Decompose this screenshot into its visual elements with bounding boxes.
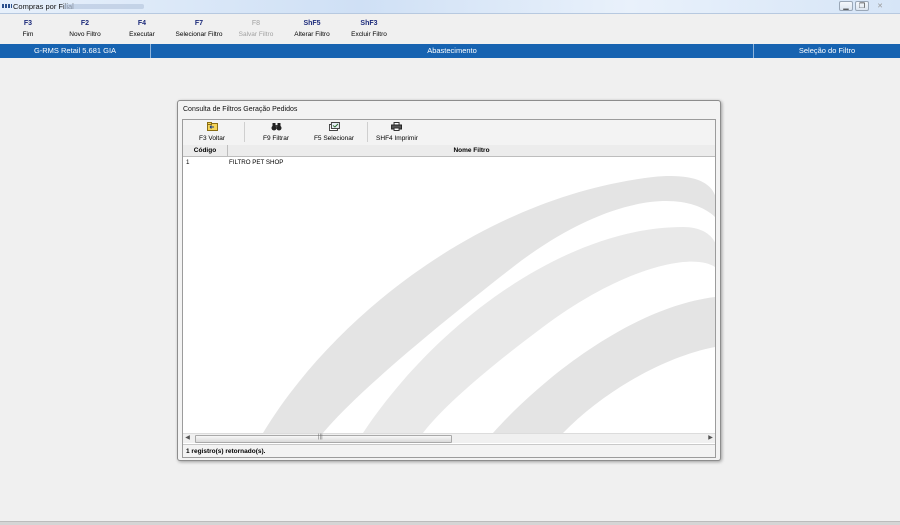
- dialog-toolbar: F3 Voltar F9 Filtrar F5 Selecionar SHF4 …: [183, 120, 715, 146]
- taskbar-edge: [0, 521, 900, 525]
- scroll-left-icon[interactable]: ◀: [183, 434, 192, 443]
- voltar-label: F3 Voltar: [198, 135, 226, 142]
- main-toolbar: F3 Fim F2 Novo Filtro F4 Executar F7 Sel…: [0, 14, 900, 43]
- imprimir-button[interactable]: SHF4 Imprimir: [376, 122, 418, 143]
- toolbar-label: Alterar Filtro: [294, 31, 330, 38]
- filtrar-button[interactable]: F9 Filtrar: [263, 122, 289, 143]
- toolbar-key: ShF5: [303, 20, 321, 27]
- toolbar-label: Excluir Filtro: [351, 31, 387, 38]
- dialog-content: F3 Voltar F9 Filtrar F5 Selecionar SHF4 …: [182, 119, 716, 458]
- app-icon: [2, 4, 12, 8]
- imprimir-label: SHF4 Imprimir: [376, 135, 418, 142]
- toolbar-separator: [244, 122, 245, 142]
- toolbar-key: F4: [137, 20, 147, 27]
- toolbar-label: Fim: [22, 31, 34, 38]
- column-header-codigo[interactable]: Código: [183, 145, 228, 156]
- voltar-button[interactable]: F3 Voltar: [199, 122, 225, 143]
- toolbar-selecionar-filtro-button[interactable]: F7 Selecionar Filtro: [176, 19, 223, 40]
- toolbar-key: F2: [80, 20, 90, 27]
- toolbar-key: ShF3: [360, 20, 378, 27]
- minimize-icon[interactable]: ▁: [839, 1, 853, 11]
- toolbar-label: Salvar Filtro: [238, 31, 274, 38]
- toolbar-label: Novo Filtro: [69, 31, 101, 38]
- filtrar-label: F9 Filtrar: [263, 135, 289, 142]
- toolbar-key: F8: [251, 20, 261, 27]
- module-header-bar: G-RMS Retail 5.681 GIA Abastecimento Sel…: [0, 44, 900, 58]
- cell-nome-filtro: FILTRO PET SHOP: [229, 159, 284, 166]
- column-header-nome-filtro[interactable]: Nome Filtro: [228, 145, 715, 156]
- horizontal-scrollbar[interactable]: ◀ ||| ▶: [183, 433, 715, 443]
- watermark-logo: [263, 176, 715, 433]
- toolbar-label: Executar: [129, 31, 155, 38]
- toolbar-salvar-filtro-button[interactable]: F8 Salvar Filtro: [239, 19, 274, 40]
- results-grid: 1 FILTRO PET SHOP: [183, 157, 715, 433]
- toolbar-executar-button[interactable]: F4 Executar: [129, 19, 155, 40]
- toolbar-key: F7: [194, 20, 204, 27]
- table-row[interactable]: 1 FILTRO PET SHOP: [183, 158, 715, 167]
- scroll-right-icon[interactable]: ▶: [706, 434, 715, 443]
- selecionar-button[interactable]: F5 Selecionar: [314, 122, 354, 143]
- binoculars-icon: [271, 122, 282, 131]
- toolbar-alterar-filtro-button[interactable]: ShF5 Alterar Filtro: [294, 19, 329, 40]
- select-icon: [328, 122, 340, 131]
- screen-title: Seleção do Filtro: [798, 46, 856, 55]
- toolbar-key: F3: [23, 20, 33, 27]
- app-version-label: G-RMS Retail 5.681 GIA: [0, 44, 151, 58]
- filter-query-dialog: Consulta de Filtros Geração Pedidos F3 V…: [177, 100, 721, 461]
- record-count-status: 1 registro(s) retornado(s).: [183, 444, 715, 457]
- module-title: Abastecimento: [151, 44, 754, 58]
- toolbar-excluir-filtro-button[interactable]: ShF3 Excluir Filtro: [351, 19, 387, 40]
- title-redacted-text: [64, 4, 144, 9]
- toolbar-novo-filtro-button[interactable]: F2 Novo Filtro: [69, 19, 100, 40]
- selecionar-label: F5 Selecionar: [313, 135, 355, 142]
- toolbar-separator: [367, 122, 368, 142]
- restore-icon[interactable]: ❐: [855, 1, 869, 11]
- scroll-thumb[interactable]: |||: [195, 434, 452, 443]
- grid-header: Código Nome Filtro: [183, 145, 715, 157]
- folder-back-icon: [206, 122, 218, 131]
- toolbar-label: Selecionar Filtro: [175, 31, 223, 38]
- grip-icon: |||: [318, 434, 323, 440]
- cell-codigo: 1: [186, 159, 190, 166]
- dialog-title: Consulta de Filtros Geração Pedidos: [183, 106, 298, 113]
- title-bar: Compras por Filial ▁ ❐ ✕: [0, 0, 900, 14]
- close-icon[interactable]: ✕: [873, 1, 887, 11]
- printer-icon: [391, 122, 403, 131]
- toolbar-fim-button[interactable]: F3 Fim: [23, 19, 34, 40]
